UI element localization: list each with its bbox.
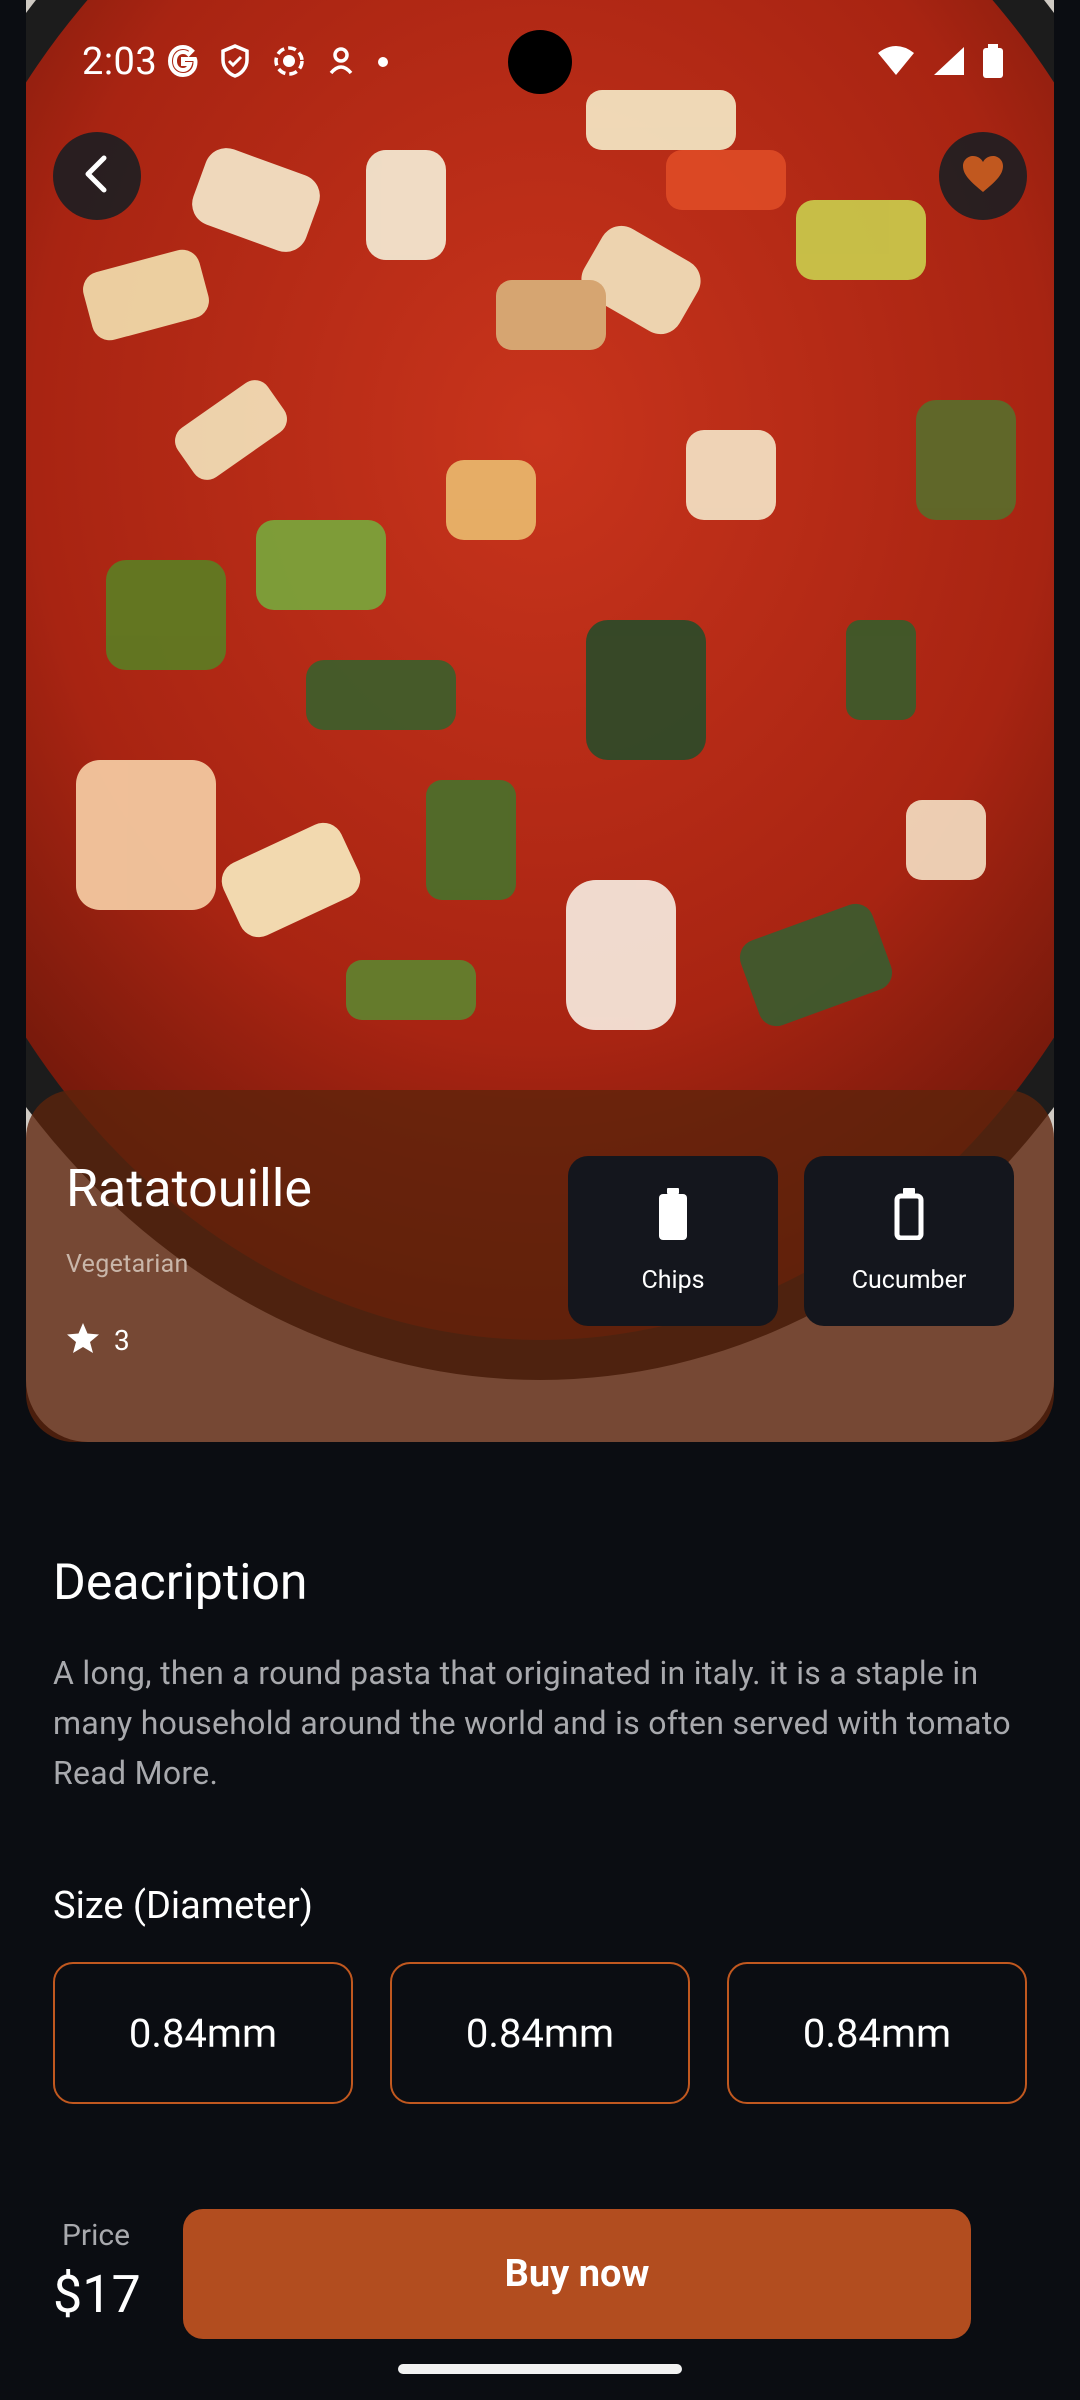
tag-label: Chips: [641, 1265, 705, 1295]
chevron-left-icon: [80, 154, 114, 198]
shield-icon: [220, 44, 250, 82]
size-option-3[interactable]: 0.84mm: [727, 1962, 1027, 2104]
tag-label: Cucumber: [851, 1265, 967, 1295]
camera-cutout: [508, 30, 572, 94]
dish-title: Ratatouille: [66, 1158, 312, 1219]
dish-category: Vegetarian: [66, 1250, 189, 1279]
dot-icon: [376, 54, 390, 73]
star-icon: [66, 1322, 100, 1358]
battery-empty-icon: [893, 1187, 925, 1244]
size-option-1[interactable]: 0.84mm: [53, 1962, 353, 2104]
tag-chips[interactable]: Chips: [568, 1156, 778, 1326]
price-label: Price: [62, 2218, 130, 2253]
back-button[interactable]: [53, 132, 141, 220]
heart-icon: [961, 154, 1005, 198]
buy-now-button[interactable]: Buy now: [183, 2209, 971, 2339]
size-option-2[interactable]: 0.84mm: [390, 1962, 690, 2104]
status-time: 2:03: [82, 40, 158, 84]
dish-info-panel: Ratatouille Vegetarian 3 Chips Cucumber: [26, 1090, 1054, 1442]
battery-icon: [982, 44, 1004, 82]
size-title: Size (Diameter): [53, 1884, 313, 1928]
tag-cucumber[interactable]: Cucumber: [804, 1156, 1014, 1326]
battery-full-icon: [657, 1187, 689, 1244]
favorite-button[interactable]: [939, 132, 1027, 220]
home-indicator[interactable]: [398, 2364, 682, 2374]
location-icon: [328, 45, 354, 81]
description-title: Deacription: [53, 1554, 308, 1612]
description-text: A long, then a round pasta that originat…: [53, 1654, 1011, 1792]
record-icon: [272, 44, 306, 82]
price-value: $17: [53, 2264, 141, 2325]
wifi-icon: [876, 45, 916, 81]
rating: 3: [66, 1322, 130, 1358]
google-icon: [167, 44, 198, 81]
rating-value: 3: [114, 1323, 130, 1357]
signal-icon: [932, 45, 966, 81]
